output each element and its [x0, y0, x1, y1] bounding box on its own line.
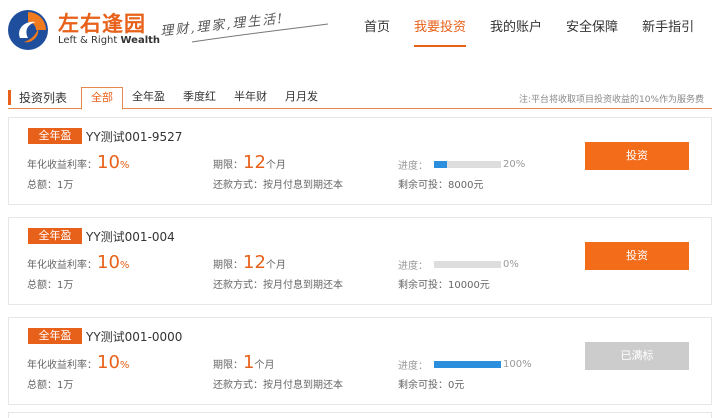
progress-text: 20%: [503, 159, 526, 170]
progress-label: 进度：: [398, 261, 428, 272]
remaining-amount: 剩余可投：8000元: [398, 180, 484, 191]
filter-tabs: 全部 全年盈 季度红 半年财 月月发: [81, 87, 327, 110]
nav-item-label: 我的账户: [490, 20, 543, 35]
section-marker: [8, 90, 11, 105]
total-amount: 总额：1万: [27, 180, 74, 191]
nav-item-home[interactable]: 首页: [352, 0, 402, 62]
section-title: 投资列表: [19, 91, 68, 105]
term-value: 12: [243, 252, 266, 273]
main-nav: 首页 我要投资 我的账户 安全保障 新手指引: [352, 0, 706, 62]
brand-logo-icon[interactable]: [6, 8, 50, 52]
term-unit: 个月: [265, 160, 286, 171]
tab-monthly[interactable]: 月月发: [276, 87, 327, 109]
term: 期限：12个月: [213, 252, 286, 273]
repayment-method: 还款方式：按月付息到期还本: [213, 280, 343, 291]
progress: 进度： 100%: [398, 357, 532, 372]
term: 期限：1个月: [213, 352, 274, 373]
annual-rate-value: 10: [97, 152, 120, 173]
progress-fill: [434, 161, 448, 168]
tab-quarterly[interactable]: 季度红: [174, 87, 225, 109]
annual-rate-unit: %: [119, 360, 130, 371]
annual-rate-label: 年化收益利率：: [27, 260, 97, 271]
progress-text: 0%: [503, 259, 519, 270]
nav-item-account[interactable]: 我的账户: [478, 0, 554, 62]
term-unit: 个月: [254, 360, 275, 371]
progress-text: 100%: [503, 359, 532, 370]
total-amount: 总额：1万: [27, 380, 74, 391]
service-fee-note: 注:平台将收取项目投资收益的10%作为服务费: [518, 95, 704, 105]
progress: 进度： 20%: [398, 157, 525, 172]
product-type-badge: 全年盈: [28, 328, 82, 344]
product-type-badge: 全年盈: [28, 228, 82, 244]
brand-subtitle-bold: Wealth: [120, 35, 161, 46]
annual-rate-unit: %: [119, 260, 130, 271]
term-value: 12: [243, 152, 266, 173]
progress-track: [434, 261, 501, 268]
nav-item-label: 我要投资: [414, 20, 467, 35]
nav-item-label: 安全保障: [566, 20, 619, 35]
site-header: 左右逢园 Left & Right Wealth 理财,理家,理生活! 首页 我…: [0, 0, 720, 62]
nav-item-invest[interactable]: 我要投资: [402, 0, 478, 62]
product-title[interactable]: YY测试001-0000: [86, 328, 182, 345]
product-title[interactable]: YY测试001-9527: [86, 128, 182, 145]
sold-out-button[interactable]: 已满标: [585, 342, 689, 370]
annual-rate-label: 年化收益利率：: [27, 160, 97, 171]
product-card: 全年盈 YY测试001-004 年化收益利率：10% 期限：12个月 进度： 0%…: [8, 217, 712, 305]
total-amount: 总额：1万: [27, 280, 74, 291]
invest-button[interactable]: 投资: [585, 242, 689, 270]
product-title[interactable]: YY测试001-004: [86, 228, 175, 245]
progress-label: 进度：: [398, 361, 428, 372]
product-type-badge: 全年盈: [28, 128, 82, 144]
nav-item-guide[interactable]: 新手指引: [630, 0, 706, 62]
remaining-amount: 剩余可投：10000元: [398, 280, 490, 291]
annual-rate-label: 年化收益利率：: [27, 360, 97, 371]
investment-list-tabbar: 投资列表 全部 全年盈 季度红 半年财 月月发 注:平台将收取项目投资收益的10…: [8, 87, 712, 110]
annual-rate: 年化收益利率：10%: [27, 152, 129, 173]
nav-item-label: 首页: [364, 20, 391, 35]
annual-rate-value: 10: [97, 352, 120, 373]
term-unit: 个月: [265, 260, 286, 271]
brand-subtitle-left: Left & Right: [58, 35, 121, 46]
invest-button[interactable]: 投资: [585, 142, 689, 170]
progress-track: [434, 161, 501, 168]
annual-rate: 年化收益利率：10%: [27, 352, 129, 373]
repayment-method: 还款方式：按月付息到期还本: [213, 380, 343, 391]
slogan-swoosh-decoration: [191, 23, 329, 43]
term-value: 1: [243, 352, 255, 373]
product-card: 全年盈 YY测试001-0000 年化收益利率：10% 期限：1个月 进度： 10…: [8, 317, 712, 405]
product-card: 全年盈 YY测试001-9527 年化收益利率：10% 期限：12个月 进度： 2…: [8, 117, 712, 205]
progress-label: 进度：: [398, 161, 428, 172]
progress-track: [434, 361, 501, 368]
nav-item-security[interactable]: 安全保障: [554, 0, 630, 62]
annual-rate: 年化收益利率：10%: [27, 252, 129, 273]
product-card-partial: [8, 412, 712, 418]
term: 期限：12个月: [213, 152, 286, 173]
progress-fill: [434, 361, 501, 368]
progress: 进度： 0%: [398, 257, 519, 272]
brand-name[interactable]: 左右逢园: [58, 8, 146, 38]
tab-full-year[interactable]: 全年盈: [123, 87, 174, 109]
remaining-amount: 剩余可投：0元: [398, 380, 465, 391]
term-label: 期限：: [213, 360, 243, 371]
term-label: 期限：: [213, 260, 243, 271]
repayment-method: 还款方式：按月付息到期还本: [213, 180, 343, 191]
brand-subtitle: Left & Right Wealth: [58, 35, 160, 46]
nav-item-label: 新手指引: [642, 20, 695, 35]
annual-rate-unit: %: [119, 160, 130, 171]
term-label: 期限：: [213, 160, 243, 171]
annual-rate-value: 10: [97, 252, 120, 273]
tab-half-year[interactable]: 半年财: [225, 87, 276, 109]
tab-all[interactable]: 全部: [81, 87, 123, 110]
